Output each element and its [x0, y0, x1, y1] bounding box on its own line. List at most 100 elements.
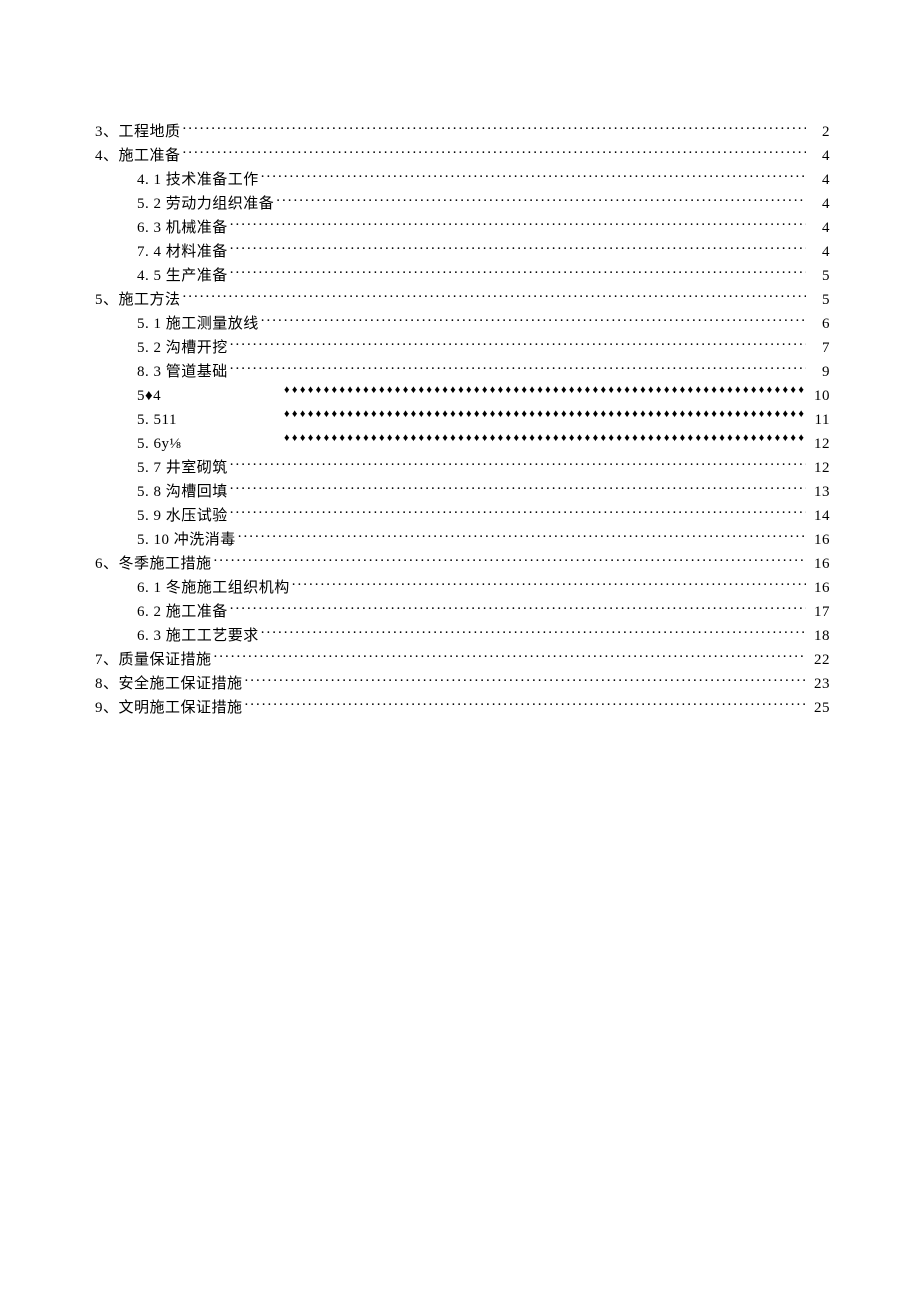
toc-entry: 8、安全施工保证措施 23: [95, 672, 830, 696]
toc-entry: 5. 2 劳动力组织准备 4: [95, 192, 830, 216]
toc-entry-page: 13: [808, 480, 830, 504]
diamond-leader-icon: [284, 385, 806, 400]
toc-entry-page: 14: [808, 504, 830, 528]
toc-entry-label: 6、冬季施工措施: [95, 552, 212, 576]
toc-entry-label: 8、安全施工保证措施: [95, 672, 243, 696]
toc-entry: 4、施工准备 4: [95, 144, 830, 168]
toc-entry: 5、施工方法 5: [95, 288, 830, 312]
toc-entry-label: 5. 511: [137, 408, 282, 432]
dot-leader-icon: [261, 625, 806, 640]
toc-entry: 6、冬季施工措施 16: [95, 552, 830, 576]
toc-entry-label: 5. 9 水压试验: [137, 504, 228, 528]
toc-entry-page: 16: [808, 528, 830, 552]
toc-entry: 4. 1 技术准备工作 4: [95, 168, 830, 192]
toc-entry-label: 9、文明施工保证措施: [95, 696, 243, 720]
toc-entry-page: 25: [808, 696, 830, 720]
toc-entry-label: 5. 8 沟槽回填: [137, 480, 228, 504]
toc-entry-label: 4、施工准备: [95, 144, 181, 168]
toc-entry-label: 7、质量保证措施: [95, 648, 212, 672]
toc-entry: 6. 2 施工准备 17: [95, 600, 830, 624]
diamond-leader-icon: [284, 409, 806, 424]
toc-entry-label: 3、工程地质: [95, 120, 181, 144]
toc-entry: 5♦4 10: [95, 384, 830, 408]
toc-entry-label: 6. 2 施工准备: [137, 600, 228, 624]
toc-entry: 6. 1 冬施施工组织机构 16: [95, 576, 830, 600]
toc-entry-page: 6: [808, 312, 830, 336]
toc-entry-label: 8. 3 管道基础: [137, 360, 228, 384]
dot-leader-icon: [230, 505, 806, 520]
toc-entry-page: 2: [808, 120, 830, 144]
dot-leader-icon: [238, 529, 806, 544]
dot-leader-icon: [245, 697, 806, 712]
toc-entry: 5. 8 沟槽回填 13: [95, 480, 830, 504]
toc-entry-label: 6. 3 施工工艺要求: [137, 624, 259, 648]
dot-leader-icon: [214, 649, 806, 664]
toc-entry: 5. 511 11: [95, 408, 830, 432]
dot-leader-icon: [261, 169, 806, 184]
toc-entry-page: 4: [808, 240, 830, 264]
toc-entry: 5. 10 冲洗消毒 16: [95, 528, 830, 552]
toc-entry-page: 4: [808, 216, 830, 240]
dot-leader-icon: [276, 193, 806, 208]
dot-leader-icon: [214, 553, 806, 568]
toc-entry-page: 18: [808, 624, 830, 648]
toc-entry-label: 5♦4: [137, 384, 282, 408]
dot-leader-icon: [245, 673, 806, 688]
toc-entry-label: 5. 1 施工测量放线: [137, 312, 259, 336]
toc-entry: 4. 5 生产准备 5: [95, 264, 830, 288]
toc-entry-label: 5. 2 沟槽开挖: [137, 336, 228, 360]
toc-entry-page: 23: [808, 672, 830, 696]
toc-entry: 7、质量保证措施22: [95, 648, 830, 672]
toc-entry: 8. 3 管道基础 9: [95, 360, 830, 384]
toc-entry-page: 11: [808, 408, 830, 432]
dot-leader-icon: [292, 577, 806, 592]
toc-entry: 5. 6y⅛ 12: [95, 432, 830, 456]
toc-entry-page: 16: [808, 576, 830, 600]
toc-entry: 7. 4 材料准备 4: [95, 240, 830, 264]
toc-entry-label: 4. 5 生产准备: [137, 264, 228, 288]
dot-leader-icon: [230, 241, 806, 256]
dot-leader-icon: [183, 121, 806, 136]
toc-entry-label: 5. 7 井室砌筑: [137, 456, 228, 480]
toc-entry-label: 5. 2 劳动力组织准备: [137, 192, 274, 216]
dot-leader-icon: [230, 601, 806, 616]
dot-leader-icon: [261, 313, 806, 328]
toc-entry: 3、工程地质 2: [95, 120, 830, 144]
toc-entry-label: 6. 3 机械准备: [137, 216, 228, 240]
toc-entry-page: 4: [808, 192, 830, 216]
toc-entry: 9、文明施工保证措施 25: [95, 696, 830, 720]
dot-leader-icon: [183, 145, 806, 160]
toc-entry-label: 7. 4 材料准备: [137, 240, 228, 264]
diamond-leader-icon: [284, 433, 806, 448]
toc-entry-page: 7: [808, 336, 830, 360]
toc-entry-page: 4: [808, 168, 830, 192]
toc-entry-page: 12: [808, 432, 830, 456]
toc-entry-label: 6. 1 冬施施工组织机构: [137, 576, 290, 600]
toc-entry: 5. 7 井室砌筑 12: [95, 456, 830, 480]
toc-entry-label: 5. 6y⅛: [137, 432, 282, 456]
toc-entry-page: 5: [808, 288, 830, 312]
toc-entry-page: 10: [808, 384, 830, 408]
toc-entry-label: 5、施工方法: [95, 288, 181, 312]
toc-entry-label: 5. 10 冲洗消毒: [137, 528, 236, 552]
dot-leader-icon: [230, 217, 806, 232]
toc-entry: 6. 3 施工工艺要求 18: [95, 624, 830, 648]
dot-leader-icon: [230, 457, 806, 472]
toc-entry-page: 9: [808, 360, 830, 384]
dot-leader-icon: [230, 337, 806, 352]
toc-entry: 5. 2 沟槽开挖 7: [95, 336, 830, 360]
toc-entry-page: 16: [808, 552, 830, 576]
toc-entry-label: 4. 1 技术准备工作: [137, 168, 259, 192]
toc-entry-page: 5: [808, 264, 830, 288]
dot-leader-icon: [230, 361, 806, 376]
dot-leader-icon: [230, 265, 806, 280]
toc-entry-page: 12: [808, 456, 830, 480]
toc-entry: 5. 9 水压试验 14: [95, 504, 830, 528]
toc-entry: 5. 1 施工测量放线 6: [95, 312, 830, 336]
toc-entry-page: 17: [808, 600, 830, 624]
dot-leader-icon: [183, 289, 806, 304]
table-of-contents: 3、工程地质24、施工准备44. 1 技术准备工作45. 2 劳动力组织准备46…: [95, 120, 830, 720]
toc-entry: 6. 3 机械准备 4: [95, 216, 830, 240]
dot-leader-icon: [230, 481, 806, 496]
toc-entry-page: 4: [808, 144, 830, 168]
